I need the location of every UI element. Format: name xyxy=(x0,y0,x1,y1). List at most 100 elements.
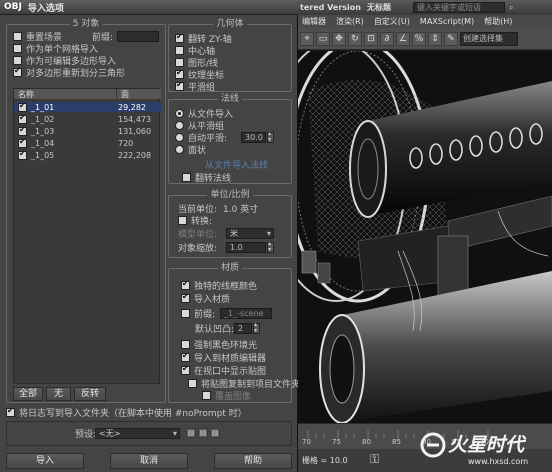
list-item[interactable]: _1_03 131,060 xyxy=(14,125,161,136)
object-scale-input[interactable]: 1.0 xyxy=(226,242,266,253)
copy-maps-checkbox[interactable] xyxy=(188,379,197,388)
import-materials-row[interactable]: 导入材质 xyxy=(181,292,230,305)
show-maps-checkbox[interactable] xyxy=(181,364,190,375)
help-button[interactable]: 帮助 xyxy=(214,453,292,469)
center-pivots-row[interactable]: 中心轴 xyxy=(175,45,215,57)
list-item[interactable]: _1_02 154,473 xyxy=(14,113,161,124)
center-pivots-checkbox[interactable] xyxy=(175,46,184,55)
flip-zy-checkbox[interactable] xyxy=(175,32,184,43)
convert-row[interactable]: 转换: xyxy=(178,215,212,227)
select-none-button[interactable]: 无 xyxy=(46,387,71,401)
tex-coords-checkbox[interactable] xyxy=(175,68,184,79)
shapes-lines-row[interactable]: 图形/线 xyxy=(175,57,218,69)
selection-set-dropdown[interactable]: 创建选择集 xyxy=(460,31,518,46)
item-checkbox[interactable] xyxy=(18,125,27,136)
preset-load-icon[interactable]: ▤ xyxy=(198,428,208,438)
default-bump-spinner[interactable] xyxy=(253,321,260,334)
editable-poly-checkbox[interactable] xyxy=(13,56,22,65)
preset-save-icon[interactable]: ▤ xyxy=(186,428,196,438)
model-units-dropdown[interactable]: 米 xyxy=(226,228,274,239)
prefix-input[interactable] xyxy=(117,31,159,42)
convert-checkbox[interactable] xyxy=(178,216,187,225)
menu-maxscript[interactable]: MAXScript(M) xyxy=(420,17,474,26)
scale-icon[interactable]: ⊡ xyxy=(364,31,378,46)
retriangulate-row[interactable]: 对多边形重新划分三角形 xyxy=(13,66,125,79)
auto-smooth-spinner[interactable] xyxy=(267,130,274,143)
menu-editor[interactable]: 编辑器 xyxy=(302,16,326,27)
select-icon[interactable]: ▭ xyxy=(316,31,330,46)
angle-snap-icon[interactable]: ∠ xyxy=(396,31,410,46)
tex-coords-row[interactable]: 纹理坐标 xyxy=(175,68,224,81)
black-ambient-row[interactable]: 强制黑色环境光 xyxy=(181,339,257,351)
menu-help[interactable]: 帮助(H) xyxy=(484,16,512,27)
object-scale-spinner[interactable] xyxy=(267,240,274,253)
auto-smooth-row[interactable]: 自动平滑: xyxy=(175,132,227,144)
mat-editor-row[interactable]: 导入到材质编辑器 xyxy=(181,351,266,364)
faceted-radio[interactable] xyxy=(175,145,184,154)
list-item[interactable]: _1_01 29,282 xyxy=(14,101,161,112)
dialog-titlebar[interactable]: OBJ 导入选项 xyxy=(0,0,298,15)
unique-wire-checkbox[interactable] xyxy=(181,279,190,290)
menu-render[interactable]: 渲染(R) xyxy=(336,16,364,27)
list-item[interactable]: _1_04 720 xyxy=(14,137,161,148)
search-icon[interactable]: ⌕ xyxy=(509,3,513,13)
max-search-input[interactable]: 键入关键字或短语 xyxy=(412,2,505,13)
edit-named-selection-icon[interactable]: ✎ xyxy=(444,31,458,46)
rotate-icon[interactable]: ↻ xyxy=(348,31,362,46)
black-ambient-checkbox[interactable] xyxy=(181,340,190,349)
col-faces[interactable]: 面 xyxy=(116,89,129,99)
retriangulate-checkbox[interactable] xyxy=(13,66,22,77)
move-icon[interactable]: ✥ xyxy=(332,31,346,46)
material-prefix-row[interactable]: 前缀: xyxy=(181,308,215,320)
flip-normals-row[interactable]: 翻转法线 xyxy=(182,172,231,184)
item-checkbox[interactable] xyxy=(18,101,27,112)
menu-customize[interactable]: 自定义(U) xyxy=(374,16,410,27)
col-name[interactable]: 名称 xyxy=(14,89,34,99)
write-log-checkbox[interactable] xyxy=(6,406,15,417)
normals-from-smooth-row[interactable]: 从平滑组 xyxy=(175,120,224,132)
auto-smooth-input[interactable]: 30.0 xyxy=(241,132,266,143)
invert-selection-button[interactable]: 反转 xyxy=(74,387,106,401)
normals-from-smooth-radio[interactable] xyxy=(175,121,184,130)
item-checkbox[interactable] xyxy=(18,137,27,148)
editable-poly-row[interactable]: 作为可编辑多边形导入 xyxy=(13,55,116,67)
item-checkbox[interactable] xyxy=(18,149,27,160)
preset-delete-icon[interactable]: ▤ xyxy=(210,428,220,438)
default-bump-input[interactable]: 2 xyxy=(234,323,252,334)
import-button[interactable]: 导入 xyxy=(6,453,84,469)
mat-editor-checkbox[interactable] xyxy=(181,351,190,362)
link-icon[interactable]: ∂ xyxy=(380,31,394,46)
percent-snap-icon[interactable]: % xyxy=(412,31,426,46)
item-checkbox[interactable] xyxy=(18,113,27,124)
smooth-groups-row[interactable]: 平滑组 xyxy=(175,80,215,93)
single-mesh-row[interactable]: 作为单个网格导入 xyxy=(13,43,98,55)
key-icon[interactable]: ⚿ xyxy=(370,452,379,467)
flip-zy-row[interactable]: 翻转 ZY-轴 xyxy=(175,32,232,45)
list-item[interactable]: _1_05 222,208 xyxy=(14,149,161,160)
flip-normals-checkbox[interactable] xyxy=(182,173,191,182)
cancel-button[interactable]: 取消 xyxy=(110,453,188,469)
normals-from-file-radio[interactable] xyxy=(175,109,184,118)
shapes-lines-checkbox[interactable] xyxy=(175,58,184,67)
snap-icon[interactable]: ⌖ xyxy=(300,31,314,46)
object-list[interactable]: 名称 面 _1_01 29,282 _1_02 154,473 _1_03 13… xyxy=(13,88,161,384)
reset-scene-row[interactable]: 重置场景 xyxy=(13,31,62,43)
reset-scene-checkbox[interactable] xyxy=(13,32,22,41)
show-maps-row[interactable]: 在视口中显示贴图 xyxy=(181,364,266,377)
spinner-snap-icon[interactable]: ⇕ xyxy=(428,31,442,46)
copy-maps-row[interactable]: 将贴图复制到项目文件夹 xyxy=(188,378,300,390)
select-all-button[interactable]: 全部 xyxy=(13,387,43,401)
viewport[interactable] xyxy=(298,51,552,423)
auto-smooth-radio[interactable] xyxy=(175,133,184,142)
smooth-groups-checkbox[interactable] xyxy=(175,80,184,91)
import-materials-checkbox[interactable] xyxy=(181,292,190,303)
material-prefix-input[interactable]: _1_-scene xyxy=(220,308,272,319)
overwrite-images-checkbox[interactable] xyxy=(202,391,211,400)
faceted-row[interactable]: 面状 xyxy=(175,144,206,156)
unique-wire-row[interactable]: 独特的线框颜色 xyxy=(181,279,257,292)
overwrite-images-row[interactable]: 覆盖图像 xyxy=(202,390,251,402)
preset-dropdown[interactable]: <无> xyxy=(95,428,180,439)
single-mesh-checkbox[interactable] xyxy=(13,44,22,53)
material-prefix-checkbox[interactable] xyxy=(181,309,190,318)
normals-from-file-row[interactable]: 从文件导入 xyxy=(175,108,233,120)
